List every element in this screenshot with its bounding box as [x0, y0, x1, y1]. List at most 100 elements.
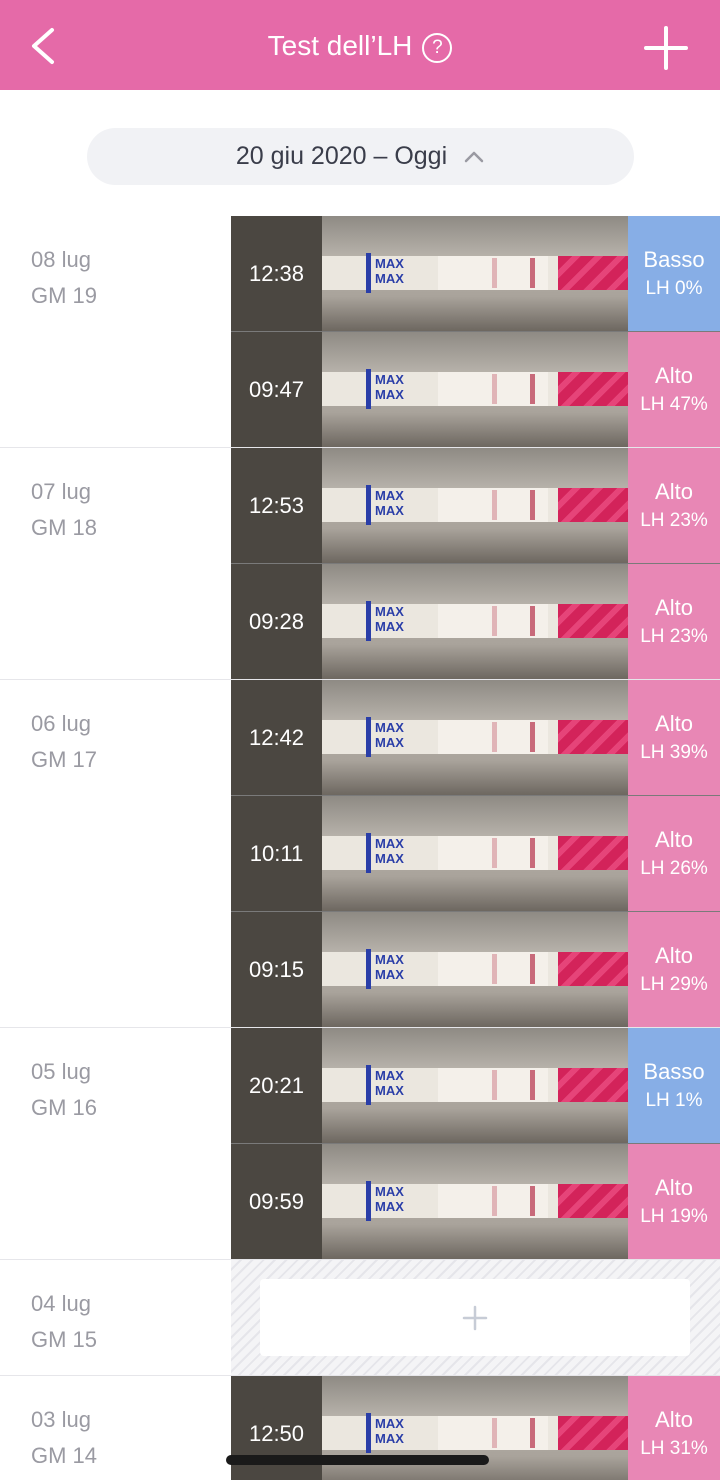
test-entry[interactable]: 12:42 MAX MAX Alto LH 39% — [231, 680, 720, 796]
strip-test-line — [492, 490, 497, 520]
day-group: 04 lug GM 15 — [0, 1260, 720, 1376]
add-test-for-day-button[interactable] — [260, 1279, 690, 1356]
day-date: 08 lug — [31, 247, 91, 272]
day-group: 07 lug GM 18 12:53 MAX MAX Alto LH 23% 09:28 MAX… — [0, 448, 720, 680]
day-entries: 20:21 MAX MAX Basso LH 1% 09:59 MAX MAX Alto LH 1… — [231, 1028, 720, 1259]
day-date: 06 lug — [31, 711, 91, 736]
strip-control-line — [530, 490, 535, 520]
lh-result-badge: Alto LH 39% — [628, 680, 720, 795]
strip-max-text: MAX MAX — [375, 256, 404, 286]
strip-handle — [558, 836, 628, 870]
strip-blue-bar — [366, 949, 371, 989]
strip-blue-bar — [366, 833, 371, 873]
test-strip: MAX MAX — [322, 1181, 628, 1221]
strip-blue-bar — [366, 1065, 371, 1105]
test-strip-photo: MAX MAX — [322, 332, 628, 447]
add-test-button[interactable] — [640, 22, 692, 74]
test-entry[interactable]: 09:15 MAX MAX Alto LH 29% — [231, 912, 720, 1027]
strip-blue-bar — [366, 253, 371, 293]
strip-max-text: MAX MAX — [375, 372, 404, 402]
test-strip-photo: MAX MAX — [322, 448, 628, 563]
strip-test-line — [492, 606, 497, 636]
cycle-day: GM 14 — [31, 1443, 98, 1468]
test-entry[interactable]: 09:47 MAX MAX Alto LH 47% — [231, 332, 720, 447]
strip-max-label: MAX — [375, 836, 404, 851]
test-entry[interactable]: 12:53 MAX MAX Alto LH 23% — [231, 448, 720, 564]
lh-result-badge: Basso LH 1% — [628, 1028, 720, 1143]
strip-test-line — [492, 1070, 497, 1100]
strip-handle — [558, 372, 628, 406]
test-strip-photo: MAX MAX — [322, 680, 628, 795]
day-entries — [231, 1260, 720, 1375]
strip-control-line — [530, 1418, 535, 1448]
test-strip-photo: MAX MAX — [322, 1144, 628, 1259]
strip-control-line — [530, 258, 535, 288]
test-entry[interactable]: 09:28 MAX MAX Alto LH 23% — [231, 564, 720, 679]
strip-max-marking: MAX MAX — [366, 717, 416, 757]
lh-percent: LH 23% — [640, 510, 708, 531]
lh-percent: LH 19% — [640, 1206, 708, 1227]
day-date: 05 lug — [31, 1059, 91, 1084]
test-strip-photo: MAX MAX — [322, 912, 628, 1027]
lh-level: Alto — [655, 595, 693, 620]
test-strip-photo: MAX MAX — [322, 1028, 628, 1143]
strip-max-label: MAX — [375, 1431, 404, 1446]
page-title: Test dell’LH? — [0, 30, 720, 63]
lh-percent: LH 0% — [645, 278, 703, 299]
strip-max-label: MAX — [375, 372, 404, 387]
test-entry[interactable]: 20:21 MAX MAX Basso LH 1% — [231, 1028, 720, 1144]
test-history-list[interactable]: 08 lug GM 19 12:38 MAX MAX Basso LH 0% 09:47 MAX… — [0, 216, 720, 1480]
strip-max-label: MAX — [375, 720, 404, 735]
strip-max-text: MAX MAX — [375, 604, 404, 634]
test-strip: MAX MAX — [322, 949, 628, 989]
test-entry[interactable]: 12:38 MAX MAX Basso LH 0% — [231, 216, 720, 332]
test-strip: MAX MAX — [322, 833, 628, 873]
strip-max-label: MAX — [375, 503, 404, 518]
strip-max-text: MAX MAX — [375, 1416, 404, 1446]
strip-max-marking: MAX MAX — [366, 1413, 416, 1453]
strip-control-line — [530, 1070, 535, 1100]
lh-result-badge: Alto LH 26% — [628, 796, 720, 911]
test-strip: MAX MAX — [322, 485, 628, 525]
empty-day-slot — [231, 1260, 720, 1375]
strip-max-marking: MAX MAX — [366, 369, 416, 409]
test-time: 12:42 — [231, 680, 322, 795]
strip-control-line — [530, 954, 535, 984]
strip-control-line — [530, 838, 535, 868]
strip-max-label: MAX — [375, 1068, 404, 1083]
strip-max-marking: MAX MAX — [366, 485, 416, 525]
strip-max-label: MAX — [375, 271, 404, 286]
lh-result-badge: Basso LH 0% — [628, 216, 720, 331]
date-range-selector[interactable]: 20 giu 2020 – Oggi — [87, 128, 634, 185]
strip-blue-bar — [366, 1413, 371, 1453]
day-label: 06 lug GM 17 — [31, 706, 97, 778]
test-time: 20:21 — [231, 1028, 322, 1143]
day-label: 03 lug GM 14 — [31, 1402, 97, 1474]
strip-max-text: MAX MAX — [375, 720, 404, 750]
strip-max-label: MAX — [375, 851, 404, 866]
lh-result-badge: Alto LH 23% — [628, 564, 720, 679]
strip-max-marking: MAX MAX — [366, 1181, 416, 1221]
strip-handle — [558, 1416, 628, 1450]
test-time: 12:38 — [231, 216, 322, 331]
test-time: 12:53 — [231, 448, 322, 563]
day-date: 03 lug — [31, 1407, 91, 1432]
help-icon[interactable]: ? — [422, 33, 453, 63]
strip-blue-bar — [366, 717, 371, 757]
strip-max-label: MAX — [375, 1083, 404, 1098]
lh-level: Alto — [655, 1175, 693, 1200]
test-strip: MAX MAX — [322, 369, 628, 409]
strip-test-line — [492, 1186, 497, 1216]
test-entry[interactable]: 09:59 MAX MAX Alto LH 19% — [231, 1144, 720, 1259]
strip-blue-bar — [366, 485, 371, 525]
strip-max-text: MAX MAX — [375, 1184, 404, 1214]
cycle-day: GM 18 — [31, 515, 98, 540]
test-strip-photo: MAX MAX — [322, 216, 628, 331]
strip-max-label: MAX — [375, 387, 404, 402]
lh-level: Basso — [643, 247, 705, 272]
cycle-day: GM 16 — [31, 1095, 98, 1120]
strip-handle — [558, 488, 628, 522]
strip-max-marking: MAX MAX — [366, 833, 416, 873]
strip-max-label: MAX — [375, 1184, 404, 1199]
test-entry[interactable]: 10:11 MAX MAX Alto LH 26% — [231, 796, 720, 912]
